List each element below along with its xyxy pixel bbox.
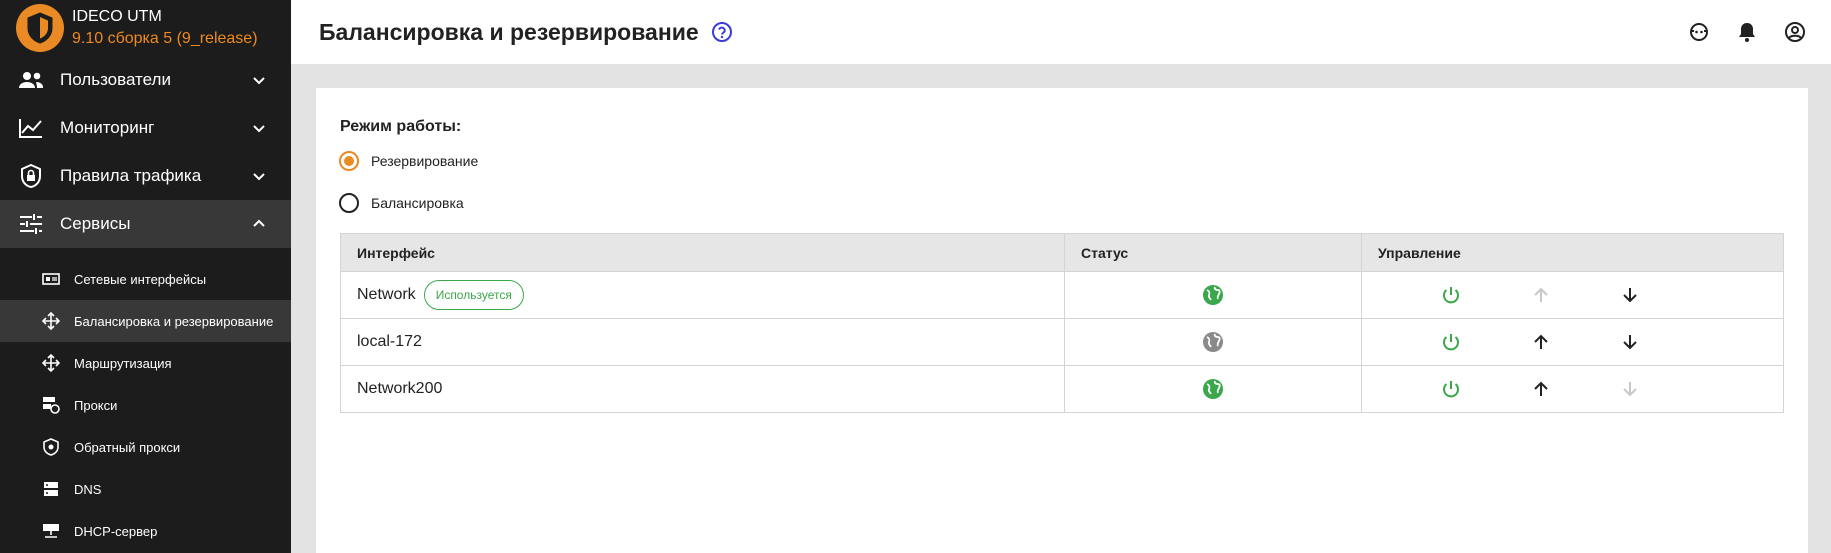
page-header: Балансировка и резервирование <box>291 0 1831 64</box>
nav-label: Правила трафика <box>60 166 202 185</box>
dhcp-icon <box>42 522 60 540</box>
table-row: Network Используется <box>341 271 1783 318</box>
sidebar-item-reverse-proxy[interactable]: Обратный прокси <box>0 426 291 468</box>
nav-label: Мониторинг <box>60 118 155 137</box>
account-icon[interactable] <box>1783 20 1807 44</box>
brand: IDECO UTM 9.10 сборка 5 (9_release) <box>0 0 291 56</box>
power-icon[interactable] <box>1440 284 1462 306</box>
sidebar-item-label: Сетевые интерфейсы <box>74 271 207 287</box>
arrow-down-icon[interactable] <box>1619 284 1641 306</box>
sidebar-item-routing[interactable]: Маршрутизация <box>0 342 291 384</box>
mode-label: Режим работы: <box>340 118 462 135</box>
chart-line-icon <box>18 115 44 141</box>
dns-icon <box>42 480 60 498</box>
chevron-down-icon <box>253 77 265 85</box>
radio-label: Балансировка <box>371 195 464 211</box>
power-icon[interactable] <box>1440 331 1462 353</box>
table-row: Network200 <box>341 365 1783 412</box>
interface-name: Network <box>357 286 416 303</box>
brand-version: 9.10 сборка 5 (9_release) <box>72 30 258 47</box>
nav-label: Сервисы <box>60 214 131 233</box>
column-header: Управление <box>1378 244 1461 261</box>
sidebar: IDECO UTM 9.10 сборка 5 (9_release) Поль… <box>0 0 291 553</box>
nav-label: Пользователи <box>60 70 171 89</box>
nav-item-traffic-rules[interactable]: Правила трафика <box>0 152 291 200</box>
sidebar-item-label: Балансировка и резервирование <box>74 313 274 329</box>
brand-name: IDECO UTM <box>72 8 162 25</box>
in-use-badge: Используется <box>423 280 524 310</box>
route-icon <box>42 354 60 372</box>
sidebar-item-label: Прокси <box>74 397 118 413</box>
arrow-up-icon[interactable] <box>1530 284 1552 306</box>
interface-name: local-172 <box>357 333 422 350</box>
content-card: Режим работы: Резервирование Балансировк… <box>316 88 1808 553</box>
globe-online-icon <box>1203 379 1223 399</box>
sidebar-item-label: Обратный прокси <box>74 439 181 455</box>
sidebar-item-proxy[interactable]: Прокси <box>0 384 291 426</box>
table-row: local-172 <box>341 318 1783 365</box>
sidebar-item-balancing[interactable]: Балансировка и резервирование <box>0 300 291 342</box>
radio-checked-icon[interactable] <box>339 151 359 171</box>
column-header: Статус <box>1065 234 1362 271</box>
column-header: Интерфейс <box>341 234 1065 271</box>
support-agent-icon[interactable] <box>1687 20 1711 44</box>
radio-label: Резервирование <box>371 153 479 169</box>
page-title: Балансировка и резервирование <box>319 18 699 45</box>
interfaces-table: Интерфейс Статус Управление Network Испо… <box>340 233 1784 413</box>
arrows-move-icon <box>42 312 60 330</box>
table-header-row: Интерфейс Статус Управление <box>341 234 1783 271</box>
nav-item-monitoring[interactable]: Мониторинг <box>0 104 291 152</box>
sidebar-item-label: DNS <box>74 481 102 497</box>
radio-balancing[interactable]: Балансировка <box>339 193 464 213</box>
globe-offline-icon <box>1203 332 1223 352</box>
help-icon[interactable] <box>711 21 733 43</box>
network-card-icon <box>42 270 60 288</box>
chevron-up-icon <box>253 219 265 227</box>
chevron-down-icon <box>253 173 265 181</box>
sidebar-item-label: Маршрутизация <box>74 355 172 371</box>
chevron-down-icon <box>253 125 265 133</box>
sidebar-item-label: DHCP-сервер <box>74 523 158 539</box>
shield-lock-icon <box>18 163 44 189</box>
bell-icon[interactable] <box>1735 20 1759 44</box>
arrow-up-icon[interactable] <box>1530 378 1552 400</box>
power-icon[interactable] <box>1440 378 1462 400</box>
users-icon <box>18 67 44 93</box>
sliders-icon <box>18 211 44 237</box>
radio-reservation[interactable]: Резервирование <box>339 151 478 171</box>
sidebar-item-network-interfaces[interactable]: Сетевые интерфейсы <box>0 258 291 300</box>
sidebar-item-dns[interactable]: DNS <box>0 468 291 510</box>
globe-online-icon <box>1203 285 1223 305</box>
nav-item-users[interactable]: Пользователи <box>0 56 291 104</box>
arrow-up-icon[interactable] <box>1530 331 1552 353</box>
proxy-icon <box>42 396 60 414</box>
radio-unchecked-icon[interactable] <box>339 193 359 213</box>
sidebar-item-dhcp[interactable]: DHCP-сервер <box>0 510 291 552</box>
reverse-proxy-icon <box>42 438 60 456</box>
interface-name: Network200 <box>357 380 443 397</box>
nav-item-services[interactable]: Сервисы <box>0 200 291 248</box>
logo-shield-icon <box>16 4 64 52</box>
arrow-down-icon[interactable] <box>1619 331 1641 353</box>
arrow-down-icon[interactable] <box>1619 378 1641 400</box>
